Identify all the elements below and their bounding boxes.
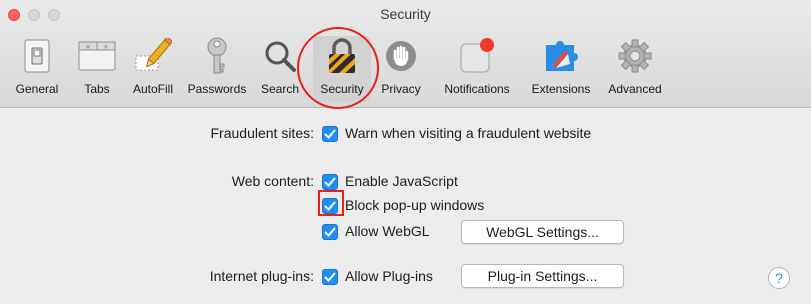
- fraudulent-sites-label: Fraudulent sites:: [210, 125, 315, 141]
- help-button[interactable]: ?: [768, 267, 790, 289]
- tab-passwords[interactable]: Passwords: [182, 36, 252, 102]
- enable-javascript-text: Enable JavaScript: [345, 173, 458, 189]
- tab-notifications-label: Notifications: [444, 82, 510, 96]
- tab-privacy-label: Privacy: [381, 82, 421, 96]
- warn-fraudulent-text: Warn when visiting a fraudulent website: [345, 125, 592, 141]
- padlock-icon: [322, 36, 362, 76]
- puzzle-icon: [541, 36, 581, 76]
- tab-general[interactable]: General: [13, 36, 61, 102]
- window-title: Security: [380, 6, 431, 22]
- tab-advanced-label: Advanced: [608, 82, 662, 96]
- tab-extensions-label: Extensions: [531, 82, 591, 96]
- tab-advanced[interactable]: Advanced: [601, 36, 669, 102]
- tab-tabs-label: Tabs: [84, 82, 110, 96]
- plugin-settings-button[interactable]: Plug-in Settings...: [461, 264, 624, 288]
- allow-webgl-text: Allow WebGL: [345, 223, 430, 239]
- tab-autofill[interactable]: AutoFill: [126, 36, 180, 102]
- block-popups-checkbox[interactable]: [322, 198, 338, 214]
- tab-extensions[interactable]: Extensions: [524, 36, 598, 102]
- svg-text:+: +: [103, 43, 109, 51]
- allow-plugins-text: Allow Plug-ins: [345, 268, 433, 284]
- tab-search-label: Search: [260, 82, 300, 96]
- tab-privacy[interactable]: Privacy: [374, 36, 428, 102]
- tab-tabs[interactable]: × + Tabs: [75, 36, 119, 102]
- tab-passwords-label: Passwords: [187, 82, 247, 96]
- safari-preferences-window: Security General × + Tabs AutoFill Passw…: [0, 0, 811, 304]
- tab-notifications[interactable]: Notifications: [435, 36, 519, 102]
- webgl-settings-button[interactable]: WebGL Settings...: [461, 220, 624, 244]
- gear-icon: [615, 36, 655, 76]
- svg-text:×: ×: [85, 43, 91, 51]
- magnifier-icon: [260, 36, 300, 76]
- notification-badge-icon: [457, 36, 497, 76]
- warn-fraudulent-checkbox[interactable]: [322, 126, 338, 142]
- tab-search[interactable]: Search: [257, 36, 303, 102]
- hand-icon: [381, 36, 421, 76]
- enable-javascript-checkbox[interactable]: [322, 174, 338, 190]
- autofill-pencil-icon: [133, 36, 173, 76]
- toolbar-area: Security General × + Tabs AutoFill Passw…: [0, 0, 811, 109]
- allow-plugins-checkbox[interactable]: [322, 269, 338, 285]
- general-switch-icon: [17, 36, 57, 76]
- security-pane: Fraudulent sites: Warn when visiting a f…: [0, 109, 811, 304]
- tabs-icon: × +: [77, 36, 117, 76]
- tab-autofill-label: AutoFill: [132, 82, 173, 96]
- tab-security-label: Security: [320, 82, 364, 96]
- key-icon: [197, 36, 237, 76]
- block-popups-text: Block pop-up windows: [345, 197, 485, 213]
- internet-plugins-label: Internet plug-ins:: [209, 268, 314, 284]
- tab-security[interactable]: Security: [313, 36, 371, 102]
- allow-webgl-checkbox[interactable]: [322, 224, 338, 240]
- web-content-label: Web content:: [231, 173, 314, 189]
- tab-general-label: General: [15, 82, 59, 96]
